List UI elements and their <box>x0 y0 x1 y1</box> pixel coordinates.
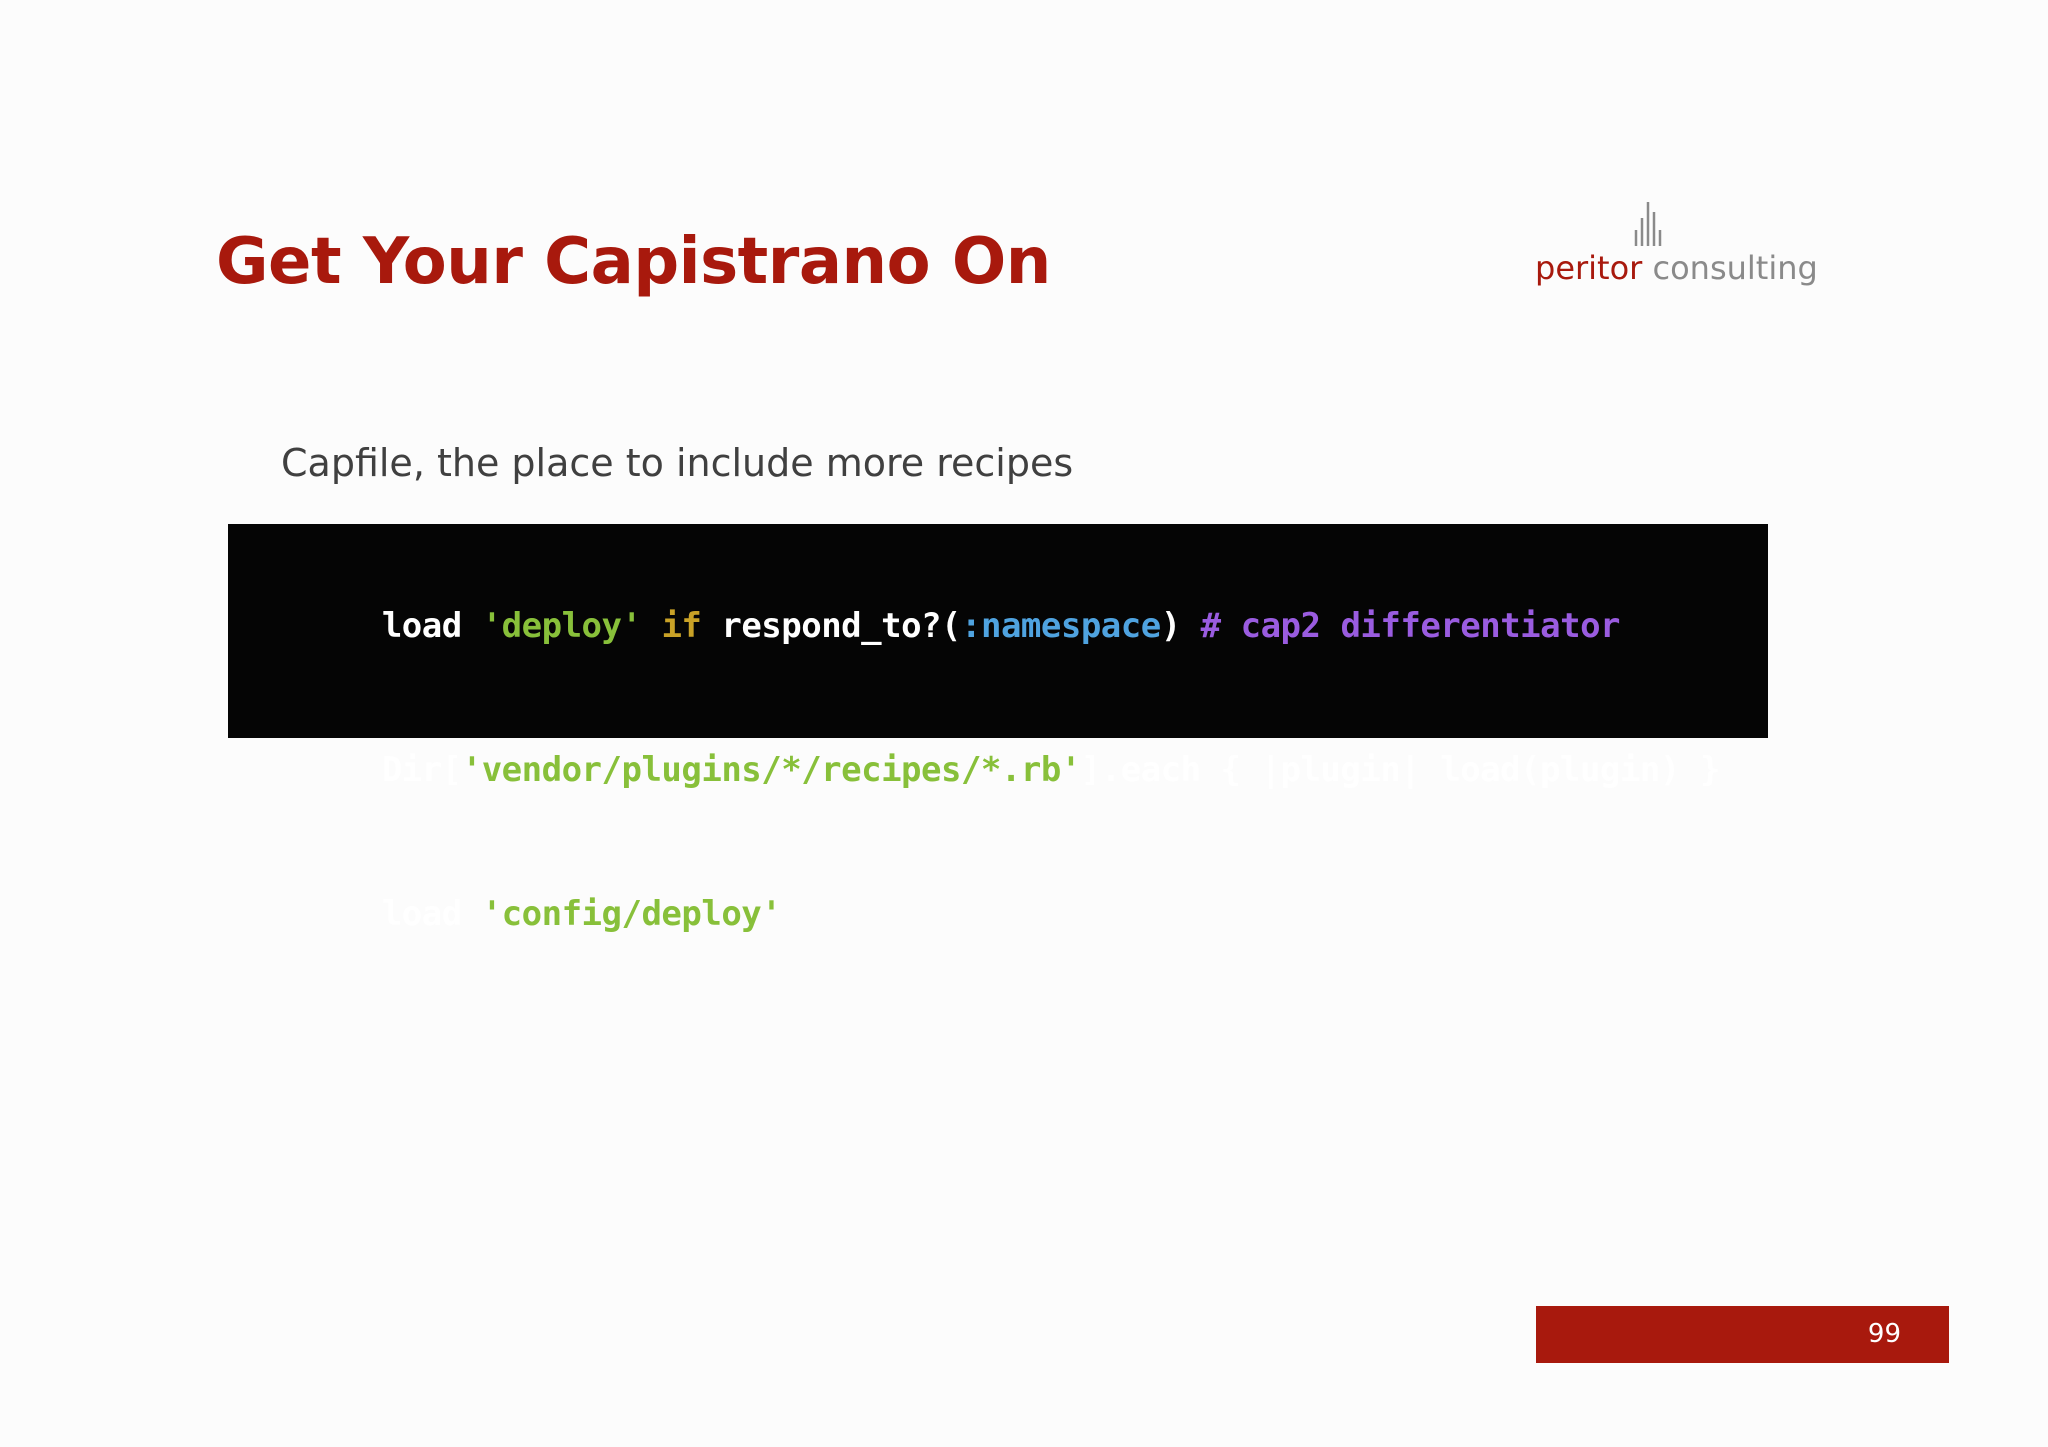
code-token-comment: # cap2 differentiator <box>1200 606 1621 646</box>
page-number: 99 <box>1867 1319 1901 1349</box>
code-token: load <box>381 606 482 646</box>
code-token: load <box>381 894 482 934</box>
logo-word-peritor: peritor <box>1535 249 1643 287</box>
code-token-keyword: if <box>661 606 702 646</box>
slide-title: Get Your Capistrano On <box>216 225 1051 299</box>
code-line: Dir['vendor/plugins/*/recipes/*.rb'].eac… <box>262 698 1768 842</box>
slide: Get Your Capistrano On peritor consultin… <box>0 0 2048 1447</box>
logo-word-consulting: consulting <box>1652 249 1818 287</box>
code-token-string: 'vendor/plugins/*/recipes/*.rb' <box>461 750 1082 790</box>
code-token: ) <box>1160 606 1201 646</box>
code-line: load 'config/deploy' <box>262 842 1768 986</box>
code-block: load 'deploy' if respond_to?(:namespace)… <box>228 524 1768 934</box>
code-token: Dir[ <box>381 750 462 790</box>
code-token-symbol: :namespace <box>961 606 1161 646</box>
slide-subtitle: Capfile, the place to include more recip… <box>281 441 1074 485</box>
code-token: respond_to?( <box>701 606 961 646</box>
logo-wordmark: peritor consulting <box>1535 248 1818 288</box>
code-token-string: 'config/deploy' <box>481 894 782 934</box>
company-logo: peritor consulting <box>1530 196 1818 296</box>
page-number-bar: 99 <box>1536 1306 1949 1363</box>
code-token: ].each { |plugin| load(plugin) } <box>1080 750 1721 790</box>
code-line: load 'deploy' if respond_to?(:namespace)… <box>262 554 1768 698</box>
code-token-string: 'deploy' <box>481 606 642 646</box>
bar-lines-logo-icon <box>1634 202 1662 246</box>
